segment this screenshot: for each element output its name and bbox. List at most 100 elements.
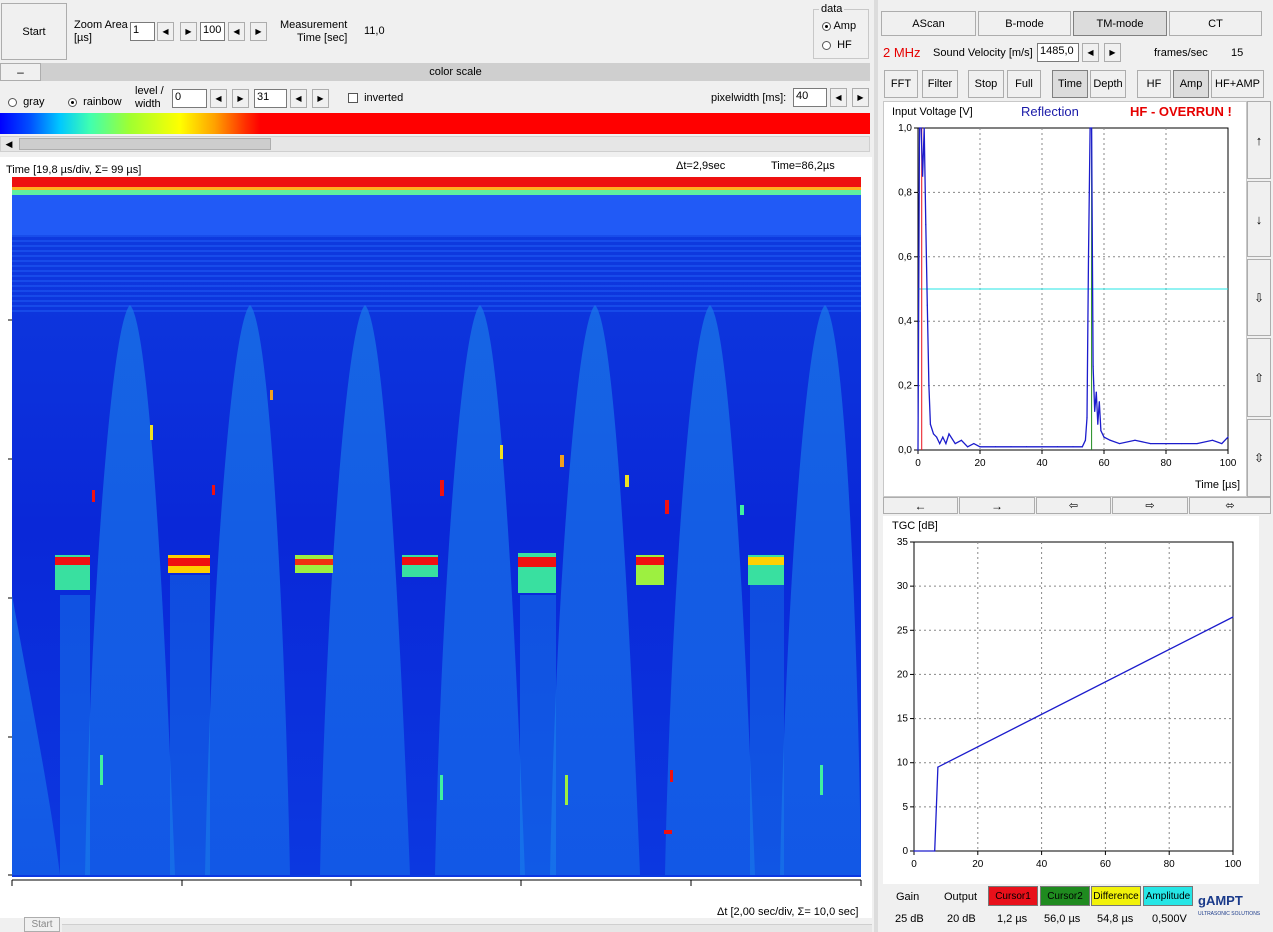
inverted-checkbox[interactable]: inverted — [348, 92, 403, 104]
bottom-scrollbar[interactable] — [62, 924, 872, 932]
level-dec-button[interactable]: ◀ — [210, 89, 227, 108]
hollow-arrow-down-button[interactable]: ⇩ — [1247, 259, 1271, 336]
level-input[interactable]: 0 — [172, 89, 207, 108]
zoom-to-dec-button[interactable]: ◀ — [228, 22, 245, 41]
zoom-to-input[interactable]: 100 — [200, 22, 225, 41]
cursor1-value: 1,2 µs — [997, 913, 1028, 925]
data-point — [942, 436, 944, 438]
cursor2-button[interactable]: Cursor2 — [1040, 886, 1090, 906]
depth-label: Depth — [1093, 78, 1123, 90]
hollow-arrow-right-button[interactable]: ⇨ — [1112, 497, 1188, 514]
level-inc-button[interactable]: ▶ — [232, 89, 249, 108]
x-tick-label: 0 — [915, 458, 921, 469]
data-point — [929, 423, 931, 425]
sound-velocity-inc-button[interactable]: ▶ — [1104, 43, 1121, 62]
depth-button[interactable]: Depth — [1090, 70, 1126, 98]
data-amp-radio[interactable]: Amp — [822, 20, 856, 32]
y-tick-label: 15 — [897, 714, 909, 725]
gray-radio[interactable]: gray — [8, 96, 44, 108]
pixelwidth-input[interactable]: 40 — [793, 88, 827, 107]
inverted-checkbox-box[interactable] — [348, 93, 358, 104]
full-button[interactable]: Full — [1007, 70, 1041, 98]
zoom-from-input[interactable]: 1 — [130, 22, 155, 41]
amplitude-button[interactable]: Amplitude — [1143, 886, 1193, 906]
start-button[interactable]: Start — [1, 3, 67, 60]
zoom-to-inc-button[interactable]: ▶ — [250, 22, 267, 41]
tgc-chart[interactable]: 0 20 40 60 80 100 0 5 10 15 20 25 30 35 — [883, 533, 1259, 877]
hf-amp-button[interactable]: HF+AMP — [1211, 70, 1264, 98]
hollow-arrow-left-button[interactable]: ⇦ — [1036, 497, 1111, 514]
measurement-time-value: 11,0 — [364, 25, 385, 37]
scroll-left-arrow[interactable]: ◀ — [1, 137, 17, 151]
colorscale-gradient — [0, 113, 870, 134]
bottom-start-button[interactable]: Start — [24, 917, 60, 932]
hollow-arrow-updown-button[interactable]: ⇳ — [1247, 419, 1271, 497]
y-tick-label: 5 — [902, 802, 908, 813]
colorscale-scrollbar[interactable]: ◀ — [0, 136, 870, 152]
tab-ascan[interactable]: AScan — [881, 11, 976, 36]
data-hf-radio[interactable]: HF — [822, 39, 852, 51]
frames-label: frames/sec — [1154, 47, 1208, 59]
y-tick-label: 0,0 — [898, 445, 912, 456]
data-point — [926, 304, 928, 306]
stop-button[interactable]: Stop — [968, 70, 1004, 98]
data-point — [1056, 446, 1059, 448]
hollow-arrow-updown-icon: ⇳ — [1253, 451, 1265, 465]
mmode-time-cursor: Time=86,2µs — [771, 160, 835, 172]
difference-label: Difference — [1093, 890, 1139, 902]
amp-button[interactable]: Amp — [1173, 70, 1209, 98]
mmode-delta-t: Δt=2,9sec — [676, 160, 726, 172]
data-point — [917, 449, 919, 451]
data-point — [945, 442, 947, 445]
difference-button[interactable]: Difference — [1091, 886, 1141, 906]
zoom-from-dec-button[interactable]: ◀ — [157, 22, 174, 41]
arrow-right-icon: → — [991, 498, 1003, 513]
data-point — [960, 439, 962, 441]
scroll-thumb[interactable] — [19, 138, 271, 150]
ascan-chart[interactable]: 0 20 40 60 80 100 0,0 0,2 0,4 0,6 0,8 1,0 — [883, 118, 1245, 495]
tab-ct[interactable]: CT — [1169, 11, 1262, 36]
pixelwidth-inc-button[interactable]: ▶ — [852, 88, 869, 107]
fft-button[interactable]: FFT — [884, 70, 918, 98]
hf-radio-dot[interactable] — [822, 40, 831, 50]
zoom-from-inc-button[interactable]: ▶ — [180, 22, 197, 41]
filter-button[interactable]: Filter — [922, 70, 958, 98]
y-tick-label: 25 — [897, 625, 909, 636]
tab-tmmode[interactable]: TM-mode — [1073, 11, 1167, 36]
level-label-line2: width — [135, 98, 161, 110]
gray-radio-dot[interactable] — [8, 97, 17, 107]
data-point — [1041, 446, 1043, 448]
data-point — [967, 446, 969, 448]
width-inc-button[interactable]: ▶ — [312, 89, 329, 108]
arrow-right-button[interactable]: → — [959, 497, 1035, 514]
data-point — [1025, 446, 1028, 448]
rainbow-radio-label: rainbow — [83, 96, 122, 108]
data-point — [1086, 417, 1088, 419]
data-point — [1081, 446, 1083, 448]
mmode-image[interactable] — [0, 175, 872, 887]
gain-label: Gain — [896, 891, 920, 903]
width-dec-button[interactable]: ◀ — [290, 89, 307, 108]
amp-radio-dot[interactable] — [822, 21, 831, 31]
rainbow-radio[interactable]: rainbow — [68, 96, 122, 108]
collapse-button[interactable]: – — [0, 63, 41, 81]
arrow-up-button[interactable]: ↑ — [1247, 101, 1271, 179]
x-tick-label: 60 — [1098, 458, 1110, 469]
arrow-left-button[interactable]: ← — [883, 497, 958, 514]
time-button[interactable]: Time — [1052, 70, 1088, 98]
hf-button[interactable]: HF — [1137, 70, 1171, 98]
data-point — [994, 446, 997, 448]
rainbow-radio-dot[interactable] — [68, 97, 77, 107]
cursor1-button[interactable]: Cursor1 — [988, 886, 1038, 906]
pixelwidth-dec-button[interactable]: ◀ — [830, 88, 847, 107]
hollow-arrow-leftright-button[interactable]: ⬄ — [1189, 497, 1271, 514]
ascan-ylabel: Input Voltage [V] — [892, 106, 973, 118]
data-point — [979, 446, 981, 448]
measure-label-line2: Time [sec] — [296, 32, 348, 44]
sound-velocity-input[interactable]: 1485,0 — [1037, 43, 1079, 62]
arrow-down-button[interactable]: ↓ — [1247, 181, 1271, 257]
sound-velocity-dec-button[interactable]: ◀ — [1082, 43, 1099, 62]
tab-bmode[interactable]: B-mode — [978, 11, 1071, 36]
hollow-arrow-up-button[interactable]: ⇧ — [1247, 338, 1271, 417]
width-input[interactable]: 31 — [254, 89, 287, 108]
